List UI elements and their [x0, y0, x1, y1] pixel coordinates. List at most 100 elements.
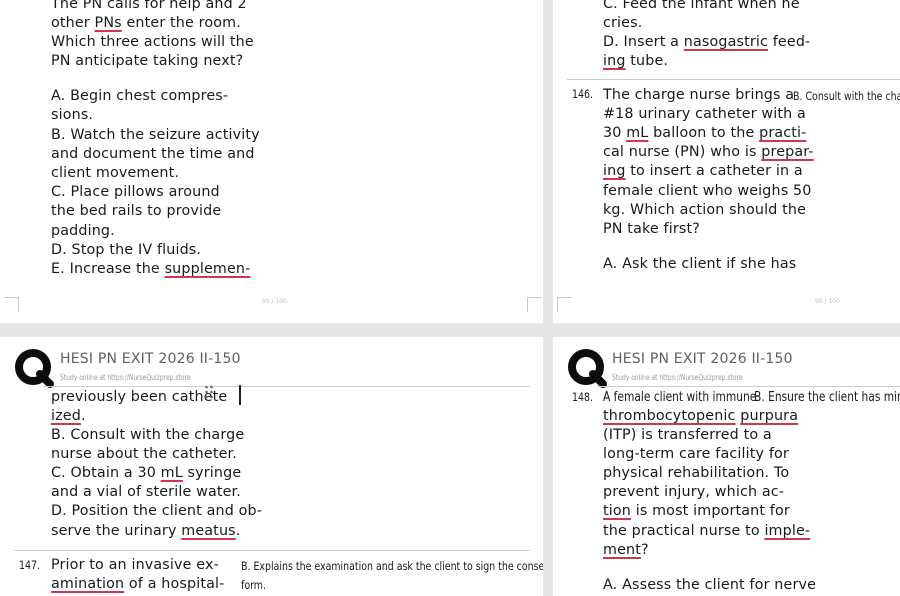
option-line: and a vial of sterile water.	[51, 484, 241, 500]
spellcheck-word: mL	[626, 125, 649, 141]
spellcheck-word: ing	[603, 163, 626, 179]
spellcheck-word: ment	[603, 542, 641, 558]
text-fragment: 30	[603, 125, 627, 141]
crop-mark	[4, 297, 19, 312]
logo-icon	[15, 349, 54, 388]
pdf-page-95: The PN calls for help and 2 other PNs en…	[0, 0, 543, 323]
question-line: Prior to an invasive ex-	[51, 557, 219, 573]
question-line: cal nurse (PN) who is prepar-	[603, 143, 814, 162]
text-fragment: is most important for	[631, 503, 790, 519]
option-line: C. Obtain a 30 mL syringe	[51, 464, 241, 483]
text-fragment: syringe	[182, 465, 242, 481]
text-fragment: balloon to the	[648, 125, 760, 141]
spellcheck-word: tion	[603, 503, 631, 519]
text-fragment: tube.	[625, 53, 669, 69]
spellcheck-word: ized	[51, 408, 81, 424]
option-line: C. Feed the infant when he	[603, 0, 800, 12]
option-line: the bed rails to provide	[51, 203, 222, 219]
question-line: other PNs enter the room.	[51, 14, 241, 33]
text-fragment: enter the room.	[121, 15, 241, 31]
question-separator	[14, 550, 530, 551]
text-fragment: to insert a catheter in a	[625, 163, 803, 179]
drag-handle-icon[interactable]	[204, 384, 214, 400]
page-number: 96 / 100	[815, 298, 840, 305]
text-fragment: .	[80, 408, 86, 424]
option-line: A. Begin chest compres-	[51, 88, 229, 104]
option-line: B. Watch the seizure activity	[51, 127, 260, 143]
option-line: serve the urinary meatus.	[51, 522, 240, 541]
text-fragment: serve the urinary	[51, 523, 182, 539]
question-line: #18 urinary catheter with a	[603, 106, 806, 122]
question-line: (ITP) is transferred to a	[603, 427, 772, 443]
text-fragment: .	[235, 523, 241, 539]
option-line: B. Consult with the charge	[51, 427, 245, 443]
text-fragment: feed-	[768, 34, 811, 50]
text-fragment: E. Increase the	[51, 261, 165, 277]
option-line: previously been cathete	[51, 389, 228, 405]
document-title: HESI PN EXIT 2026 II-150	[612, 351, 793, 367]
question-line: The charge nurse brings a	[603, 87, 795, 103]
question-line: amination of a hospital-	[51, 575, 224, 594]
answer-text: B. Explains the examination and ask the …	[241, 559, 543, 573]
text-fragment: ?	[641, 542, 649, 558]
spellcheck-word: meatus	[181, 523, 236, 539]
question-number: 148.	[572, 390, 593, 404]
question-separator	[567, 79, 900, 80]
option-line: E. Increase the supplemen-	[51, 260, 250, 279]
option-line: client movement.	[51, 165, 180, 181]
spellcheck-word: ing	[603, 53, 626, 69]
answer-text: form.	[241, 578, 266, 592]
text-fragment: cal nurse (PN) who is	[603, 144, 762, 160]
pdf-page-96: C. Feed the infant when he cries. D. Ins…	[553, 0, 900, 323]
question-line: physical rehabilitation. To	[603, 465, 790, 481]
option-line: C. Place pillows around	[51, 184, 220, 200]
option-line: D. Stop the IV fluids.	[51, 242, 202, 258]
question-line: kg. Which action should the	[603, 202, 807, 218]
question-line: ing to insert a catheter in a	[603, 162, 803, 181]
logo-icon	[568, 349, 607, 388]
option-line: A. Ask the client if she has	[603, 256, 797, 272]
option-line: D. Position the client and ob-	[51, 503, 263, 519]
answer-text: B. Consult with the charge	[793, 89, 900, 103]
spellcheck-word: nasogastric	[683, 34, 769, 50]
header-rule	[44, 386, 530, 387]
question-number: 147.	[19, 558, 40, 572]
question-line: 30 mL balloon to the practi-	[603, 124, 807, 143]
spellcheck-word: mL	[160, 465, 183, 481]
crop-mark	[557, 297, 572, 312]
option-line: sions.	[51, 107, 94, 123]
option-line: cries.	[603, 15, 643, 31]
spellcheck-word: thrombocytopenic	[603, 408, 736, 424]
spellcheck-word: practi-	[759, 125, 807, 141]
document-subtitle: Study online at https://NurseQuizprep.st…	[60, 373, 191, 382]
text-fragment: D. Insert a	[603, 34, 684, 50]
pdf-page-98: HESI PN EXIT 2026 II-150 Study online at…	[553, 337, 900, 596]
question-line: Which three actions will the	[51, 34, 254, 50]
option-line: nurse about the catheter.	[51, 446, 237, 462]
option-line: D. Insert a nasogastric feed-	[603, 33, 810, 52]
question-line: thrombocytopenic purpura	[603, 407, 798, 426]
crop-mark	[527, 297, 542, 312]
text-fragment: the practical nurse to	[603, 523, 765, 539]
spellcheck-word: purpura	[740, 408, 799, 424]
option-line: ing tube.	[603, 52, 668, 71]
spellcheck-word: supplemen-	[164, 261, 251, 277]
question-line: ment?	[603, 541, 649, 560]
document-title: HESI PN EXIT 2026 II-150	[60, 351, 241, 367]
spellcheck-word: PNs	[94, 15, 122, 31]
text-fragment: of a hospital-	[124, 576, 225, 592]
question-line: PN anticipate taking next?	[51, 53, 244, 69]
question-line: the practical nurse to imple-	[603, 522, 810, 541]
question-line: long-term care facility for	[603, 446, 789, 462]
pdf-page-97: HESI PN EXIT 2026 II-150 Study online at…	[0, 337, 543, 596]
question-line: The PN calls for help and 2	[51, 0, 247, 12]
option-line: A. Assess the client for nerve	[603, 577, 817, 593]
spellcheck-word: amination	[51, 576, 125, 592]
question-number: 146.	[572, 87, 593, 101]
question-line: prevent injury, which ac-	[603, 484, 785, 500]
question-line: female client who weighs 50	[603, 183, 812, 199]
spellcheck-word: prepar-	[761, 144, 814, 160]
question-line: tion is most important for	[603, 502, 790, 521]
page-number: 95 / 100	[262, 298, 287, 305]
answer-text: B. Ensure the client has minim	[754, 390, 900, 405]
